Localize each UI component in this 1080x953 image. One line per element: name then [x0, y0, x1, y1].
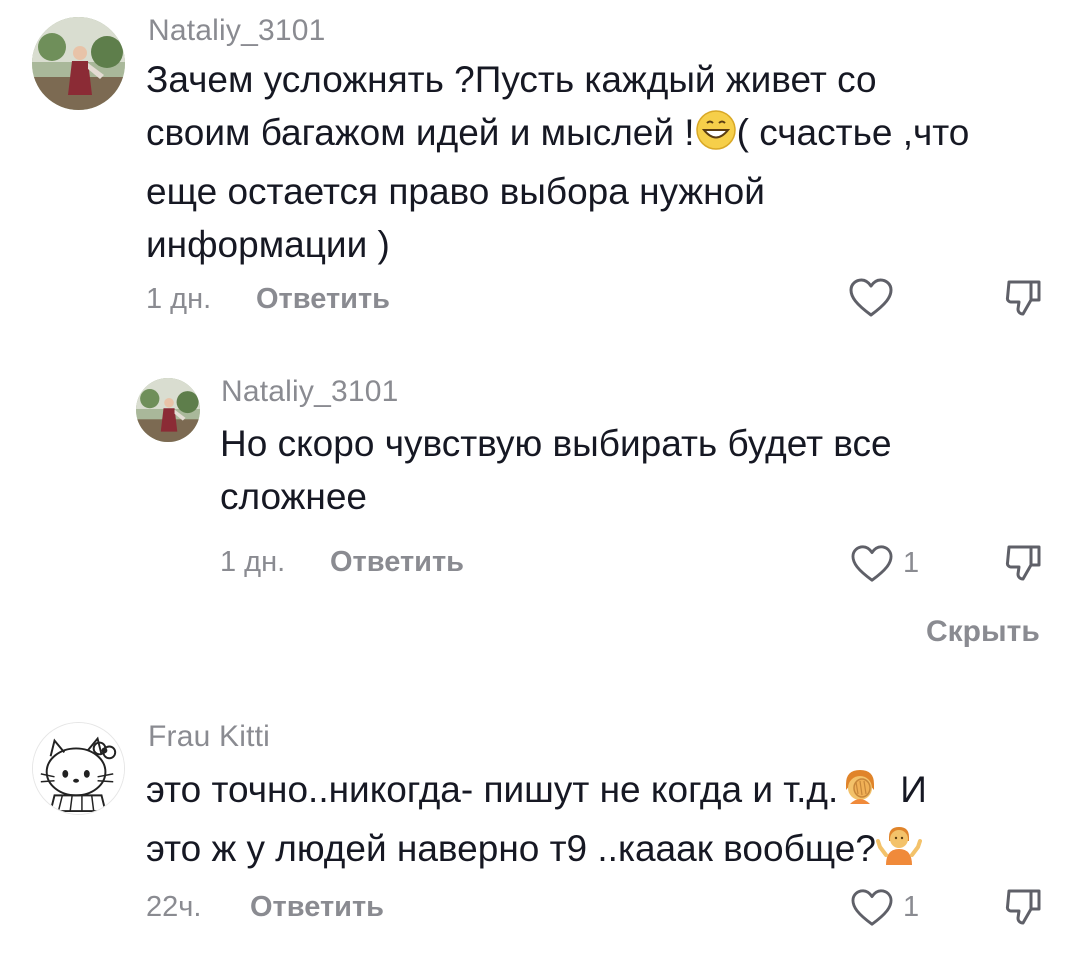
comment-timestamp: 1 дн. — [146, 283, 212, 315]
comment-timestamp: 22ч. — [146, 891, 202, 923]
avatar-photo — [32, 17, 125, 110]
comment-text-line: это ж у людей наверно т9 ..кааак вообще? — [146, 822, 1056, 881]
comment-text-line: своим багажом идей и мыслей ! ( счастье ,… — [146, 106, 1056, 165]
avatar-photo — [136, 378, 200, 442]
heart-outline-icon[interactable] — [850, 888, 894, 933]
text-segment: ( счастье ,что — [736, 112, 970, 153]
text-segment: И — [900, 769, 927, 810]
comment-username[interactable]: Frau Kitti — [148, 720, 270, 754]
text-segment: это точно..никогда- пишут не когда и т.д… — [146, 769, 839, 810]
comment-text: Но скоро чувствую выбирать будет все сло… — [220, 417, 1060, 523]
comment-text-line: Но скоро чувствую выбирать будет все — [220, 423, 892, 464]
comment-text-line: еще остается право выбора нужной — [146, 171, 765, 212]
reply-button[interactable]: Ответить — [330, 546, 464, 579]
hide-replies-button[interactable]: Скрыть — [926, 615, 1040, 649]
comment-timestamp: 1 дн. — [220, 546, 286, 578]
facepalm-emoji — [838, 764, 882, 822]
hello-kitty-avatar — [33, 723, 124, 814]
grinning-face-emoji — [695, 109, 737, 165]
comment-text-line: информации ) — [146, 224, 390, 265]
reply-button[interactable]: Ответить — [250, 891, 384, 924]
like-count: 1 — [903, 547, 920, 579]
text-segment: своим багажом идей и мыслей ! — [146, 112, 695, 153]
heart-outline-icon[interactable] — [850, 544, 894, 589]
thumbs-down-icon[interactable] — [1003, 887, 1043, 932]
avatar[interactable] — [32, 17, 125, 110]
comment-text-line: сложнее — [220, 476, 368, 517]
like-count: 1 — [903, 891, 920, 923]
text-segment: это ж у людей наверно т9 ..кааак вообще? — [146, 828, 876, 869]
comment-text: это точно..никогда- пишут не когда и т.д… — [146, 763, 1056, 881]
comment-username[interactable]: Nataliy_3101 — [148, 14, 326, 48]
comment-text: Зачем усложнять ?Пусть каждый живет со с… — [146, 53, 1056, 271]
avatar[interactable] — [32, 722, 125, 815]
reply-button[interactable]: Ответить — [256, 283, 390, 316]
comment-text-line: это точно..никогда- пишут не когда и т.д… — [146, 763, 1056, 822]
comment-username[interactable]: Nataliy_3101 — [221, 375, 399, 409]
shrug-emoji — [875, 823, 922, 881]
thumbs-down-icon[interactable] — [1003, 278, 1043, 323]
thumbs-down-icon[interactable] — [1003, 543, 1043, 588]
heart-outline-icon[interactable] — [848, 277, 894, 324]
comment-text-line: Зачем усложнять ?Пусть каждый живет со — [146, 59, 877, 100]
avatar[interactable] — [136, 378, 200, 442]
